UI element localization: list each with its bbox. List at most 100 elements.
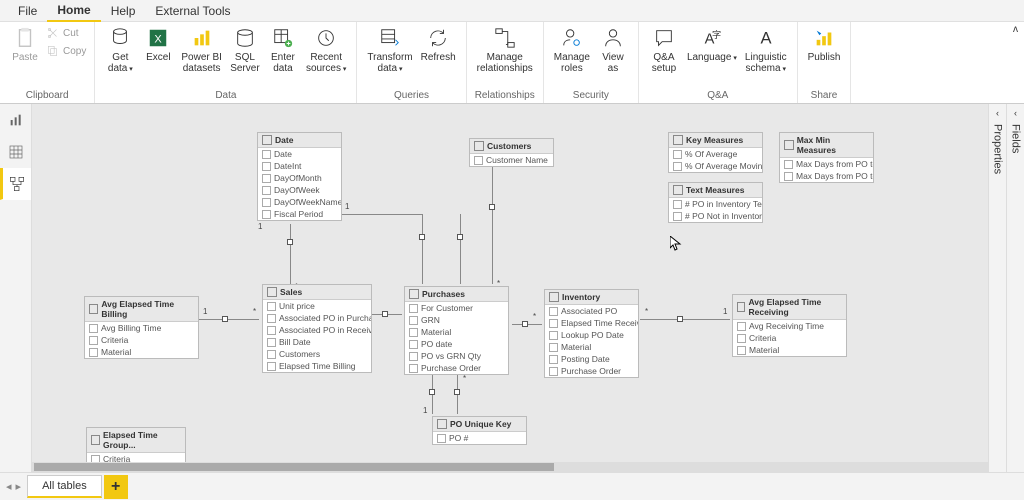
table-field[interactable]: Max Days from PO to ... [780, 158, 873, 170]
table-field[interactable]: DateInt [258, 160, 341, 172]
tab-prev-button[interactable]: ◂ [6, 480, 12, 493]
collapse-ribbon-button[interactable]: ʌ [1013, 24, 1018, 35]
relationship-line[interactable] [640, 319, 730, 320]
paste-button[interactable]: Paste [6, 24, 44, 89]
table-avg-billing[interactable]: Avg Elapsed Time Billing Avg Billing Tim… [84, 296, 199, 359]
add-tab-button[interactable]: + [104, 475, 128, 499]
table-field[interactable]: Elapsed Time Billing [263, 360, 371, 372]
relationship-node[interactable] [457, 234, 463, 240]
enter-data-button[interactable]: Enterdata [264, 24, 302, 89]
transform-data-button[interactable]: Transformdata [363, 24, 416, 89]
table-field[interactable]: Customers [263, 348, 371, 360]
recent-sources-button[interactable]: Recentsources [302, 24, 350, 89]
relationship-node[interactable] [677, 316, 683, 322]
table-field[interactable]: For Customer [405, 302, 508, 314]
table-avg-receiving[interactable]: Avg Elapsed Time Receiving Avg Receiving… [732, 294, 847, 357]
relationship-node[interactable] [382, 311, 388, 317]
table-field[interactable]: Fiscal Period [258, 208, 341, 220]
table-field[interactable]: % Of Average [669, 148, 762, 160]
table-field[interactable]: Material [733, 344, 846, 356]
qa-setup-button[interactable]: Q&Asetup [645, 24, 683, 89]
menu-help[interactable]: Help [101, 1, 146, 21]
table-key-measures[interactable]: Key Measures % Of Average% Of Average Mo… [668, 132, 763, 173]
menu-external-tools[interactable]: External Tools [145, 1, 240, 21]
table-text-measures[interactable]: Text Measures # PO in Inventory Text# PO… [668, 182, 763, 223]
relationship-node[interactable] [454, 389, 460, 395]
table-date[interactable]: Date DateDateIntDayOfMonthDayOfWeekDayOf… [257, 132, 342, 221]
relationship-node[interactable] [287, 239, 293, 245]
table-maxmin-measures[interactable]: Max Min Measures Max Days from PO to ...… [779, 132, 874, 183]
table-field[interactable]: # PO Not in Inventory ... [669, 210, 762, 222]
table-field[interactable]: Avg Billing Time [85, 322, 198, 334]
menu-file[interactable]: File [8, 1, 47, 21]
relationship-node[interactable] [522, 321, 528, 327]
table-purchases[interactable]: Purchases For CustomerGRNMaterialPO date… [404, 286, 509, 375]
relationship-line[interactable] [460, 214, 461, 284]
relationship-line[interactable] [342, 214, 422, 215]
table-field[interactable]: Criteria [733, 332, 846, 344]
report-view-button[interactable] [0, 104, 31, 136]
table-header[interactable]: Elapsed Time Group... [87, 428, 185, 453]
table-field[interactable]: Customer Name [470, 154, 553, 166]
table-field[interactable]: Criteria [85, 334, 198, 346]
table-header[interactable]: PO Unique Key [433, 417, 526, 432]
table-inventory[interactable]: Inventory Associated POElapsed Time Rece… [544, 289, 639, 378]
table-field[interactable]: % Of Average Moving [669, 160, 762, 172]
model-view-button[interactable] [0, 168, 31, 200]
table-customers[interactable]: Customers Customer Name [469, 138, 554, 167]
tab-next-button[interactable]: ▸ [16, 480, 22, 493]
get-data-button[interactable]: Getdata [101, 24, 139, 89]
fields-pane-collapsed[interactable]: ‹ Fields [1006, 104, 1024, 472]
publish-button[interactable]: Publish [804, 24, 845, 89]
cut-button[interactable]: Cut [44, 24, 88, 42]
table-header[interactable]: Text Measures [669, 183, 762, 198]
table-field[interactable]: Material [545, 341, 638, 353]
data-view-button[interactable] [0, 136, 31, 168]
table-header[interactable]: Customers [470, 139, 553, 154]
pbi-datasets-button[interactable]: Power BIdatasets [177, 24, 226, 89]
table-field[interactable]: Purchase Order [545, 365, 638, 377]
table-field[interactable]: GRN [405, 314, 508, 326]
relationship-line[interactable] [492, 159, 493, 284]
table-field[interactable]: Material [85, 346, 198, 358]
model-canvas[interactable]: 1 * 1 1 * 1 * * * 1 [32, 104, 988, 472]
table-elapsed-group[interactable]: Elapsed Time Group... Criteria [86, 427, 186, 466]
relationship-node[interactable] [419, 234, 425, 240]
table-header[interactable]: Key Measures [669, 133, 762, 148]
table-field[interactable]: Date [258, 148, 341, 160]
manage-roles-button[interactable]: Manageroles [550, 24, 594, 89]
language-button[interactable]: A字Language [683, 24, 741, 89]
table-header[interactable]: Inventory [545, 290, 638, 305]
menu-home[interactable]: Home [47, 0, 100, 22]
table-field[interactable]: # PO in Inventory Text [669, 198, 762, 210]
table-header[interactable]: Sales [263, 285, 371, 300]
relationship-line[interactable] [290, 224, 291, 284]
table-header[interactable]: Avg Elapsed Time Receiving [733, 295, 846, 320]
table-sales[interactable]: Sales Unit priceAssociated PO in Purchas… [262, 284, 372, 373]
properties-pane-collapsed[interactable]: ‹ Properties [988, 104, 1006, 472]
table-field[interactable]: Avg Receiving Time [733, 320, 846, 332]
table-field[interactable]: Associated PO in Purchas... [263, 312, 371, 324]
table-header[interactable]: Date [258, 133, 341, 148]
table-field[interactable]: Posting Date [545, 353, 638, 365]
refresh-button[interactable]: Refresh [417, 24, 460, 89]
table-field[interactable]: Purchase Order [405, 362, 508, 374]
table-header[interactable]: Purchases [405, 287, 508, 302]
tab-all-tables[interactable]: All tables [27, 475, 102, 498]
linguistic-schema-button[interactable]: ALinguisticschema [741, 24, 791, 89]
table-field[interactable]: DayOfWeekName [258, 196, 341, 208]
relationship-node[interactable] [489, 204, 495, 210]
scrollbar-thumb[interactable] [34, 463, 554, 471]
table-field[interactable]: Elapsed Time Receiving [545, 317, 638, 329]
relationship-line[interactable] [422, 214, 423, 284]
table-field[interactable]: Lookup PO Date [545, 329, 638, 341]
table-field[interactable]: Associated PO [545, 305, 638, 317]
excel-button[interactable]: XExcel [139, 24, 177, 89]
relationship-line[interactable] [199, 319, 259, 320]
table-field[interactable]: PO date [405, 338, 508, 350]
relationship-node[interactable] [429, 389, 435, 395]
copy-button[interactable]: Copy [44, 42, 88, 60]
table-po-unique[interactable]: PO Unique Key PO # [432, 416, 527, 445]
table-field[interactable]: DayOfWeek [258, 184, 341, 196]
table-field[interactable]: PO vs GRN Qty [405, 350, 508, 362]
